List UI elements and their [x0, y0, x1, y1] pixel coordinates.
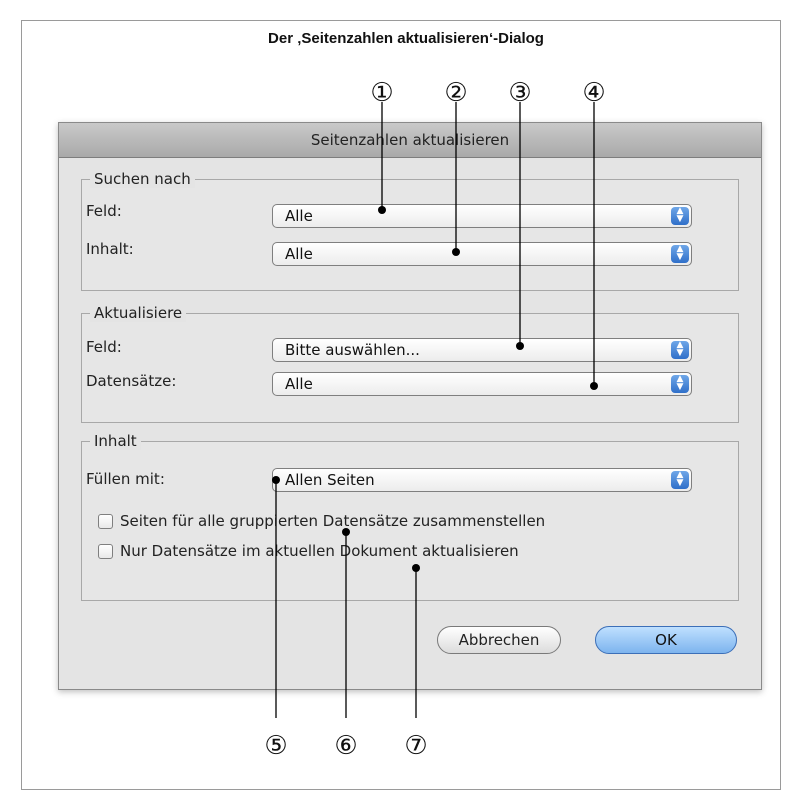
callout-2: ② — [444, 78, 468, 256]
callout-4: ④ — [582, 78, 606, 390]
callout-number-5: ⑤ — [264, 731, 287, 761]
callout-7: ⑦ — [404, 564, 428, 761]
callout-number-7: ⑦ — [404, 731, 427, 761]
callout-1: ① — [370, 78, 394, 214]
callout-number-3: ③ — [508, 78, 531, 108]
callout-3: ③ — [508, 78, 532, 350]
callout-overlay: ① ② ③ ④ ⑤ ⑥ ⑦ — [264, 78, 606, 761]
callout-5: ⑤ — [264, 476, 288, 761]
callout-number-4: ④ — [582, 78, 605, 108]
callout-number-6: ⑥ — [334, 731, 357, 761]
callout-number-2: ② — [444, 78, 467, 108]
callout-6: ⑥ — [334, 528, 358, 761]
callout-number-1: ① — [370, 78, 393, 108]
